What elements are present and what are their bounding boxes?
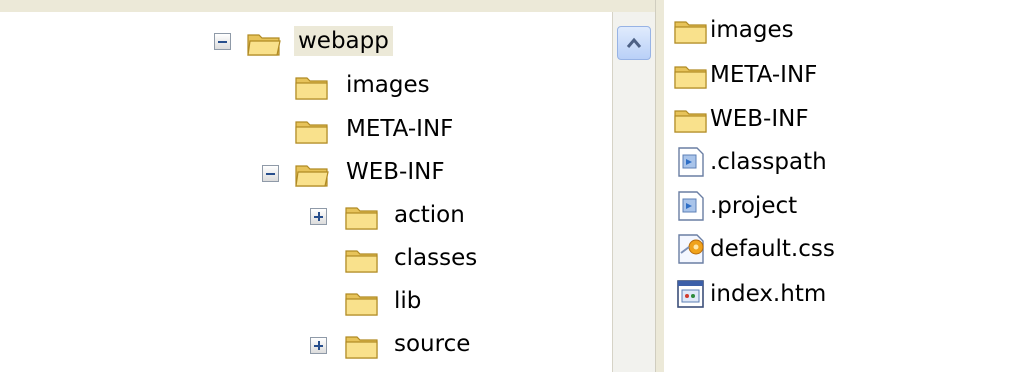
file-name: index.htm	[710, 281, 827, 307]
folder-icon	[674, 110, 707, 133]
expand-icon[interactable]	[310, 208, 327, 225]
vertical-scrollbar[interactable]	[612, 12, 656, 372]
scroll-up-button[interactable]	[617, 26, 651, 60]
file-name: .classpath	[710, 149, 827, 175]
list-item[interactable]: .classpath	[672, 144, 827, 180]
css-file-icon	[678, 234, 704, 264]
list-item[interactable]: .project	[672, 188, 797, 224]
folder-icon	[295, 77, 328, 100]
file-name: WEB-INF	[710, 106, 809, 132]
list-item[interactable]: images	[672, 12, 794, 48]
html-file-icon	[677, 280, 704, 308]
folder-icon	[345, 336, 378, 359]
tree-label-web-inf[interactable]: WEB-INF	[342, 157, 449, 187]
tree-label-meta-inf[interactable]: META-INF	[342, 114, 457, 144]
folder-open-icon	[247, 34, 281, 56]
list-item[interactable]: default.css	[672, 231, 835, 267]
folder-icon	[345, 293, 378, 316]
folder-icon	[674, 21, 707, 44]
folder-icon	[674, 66, 707, 89]
tree-label-lib[interactable]: lib	[390, 286, 425, 316]
tree-label-images[interactable]: images	[342, 70, 434, 100]
expand-icon[interactable]	[310, 337, 327, 354]
file-name: META-INF	[710, 62, 818, 88]
file-icon	[678, 191, 704, 221]
file-name: default.css	[710, 236, 835, 262]
list-item[interactable]: index.htm	[672, 276, 826, 312]
list-item[interactable]: META-INF	[672, 57, 817, 93]
collapse-icon[interactable]	[262, 165, 279, 182]
list-item[interactable]: WEB-INF	[672, 101, 809, 137]
folder-icon	[345, 250, 378, 273]
file-icon	[678, 147, 704, 177]
folder-open-icon	[295, 165, 329, 187]
tree-label-source[interactable]: source	[390, 329, 474, 359]
folder-icon	[295, 121, 328, 144]
folder-icon	[345, 207, 378, 230]
collapse-icon[interactable]	[214, 33, 231, 50]
window-top-edge	[0, 0, 655, 12]
pane-splitter[interactable]	[655, 0, 664, 372]
file-name: images	[710, 17, 794, 43]
file-name: .project	[710, 193, 798, 219]
tree-label-classes[interactable]: classes	[390, 243, 481, 273]
folder-tree[interactable]: webapp images META-INF WEB-INF action cl…	[0, 12, 612, 372]
file-list[interactable]: images META-INF WEB-INF .classpath .proj…	[664, 0, 1027, 372]
tree-label-action[interactable]: action	[390, 200, 469, 230]
chevron-up-icon	[626, 37, 642, 48]
tree-label-webapp[interactable]: webapp	[294, 26, 393, 56]
